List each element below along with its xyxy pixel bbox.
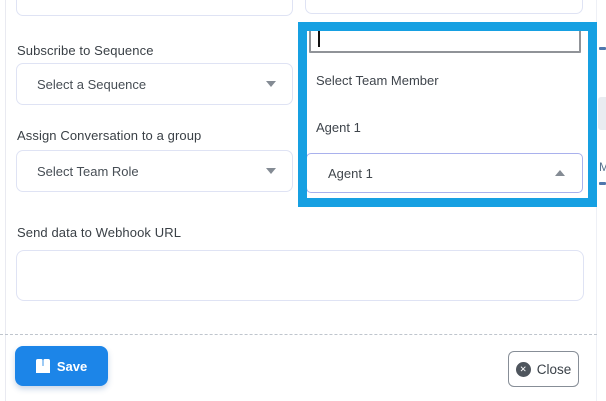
dropdown-option-agent-1[interactable]: Agent 1	[316, 120, 566, 138]
webhook-label: Send data to Webhook URL	[17, 225, 181, 240]
team-member-select-value: Agent 1	[328, 166, 555, 181]
dropdown-search-input[interactable]	[309, 23, 581, 53]
chevron-down-icon	[266, 81, 276, 87]
text-cursor	[318, 30, 320, 47]
save-button-label: Save	[57, 359, 87, 374]
modal-left-border	[5, 0, 6, 401]
top-right-field[interactable]	[305, 0, 583, 14]
modal-dialog: Subscribe to Sequence Select a Sequence …	[0, 0, 606, 401]
sequence-select-value: Select a Sequence	[37, 77, 266, 92]
chevron-up-icon	[555, 170, 565, 176]
close-icon: ✕	[516, 362, 531, 377]
background-fragment-text: M	[599, 160, 606, 174]
sequence-select[interactable]: Select a Sequence	[16, 63, 293, 105]
close-button-label: Close	[537, 362, 572, 377]
background-fragment-line	[599, 182, 606, 185]
team-member-select[interactable]: Agent 1	[306, 153, 583, 193]
footer-divider	[0, 334, 597, 335]
group-select[interactable]: Select Team Role	[16, 150, 293, 192]
modal-right-border	[596, 0, 597, 401]
group-select-value: Select Team Role	[37, 164, 266, 179]
sequence-label: Subscribe to Sequence	[17, 43, 154, 58]
background-fragment-line	[599, 47, 606, 50]
save-button[interactable]: Save	[15, 346, 108, 386]
save-icon	[36, 359, 50, 373]
group-label: Assign Conversation to a group	[17, 128, 201, 143]
chevron-down-icon	[266, 168, 276, 174]
dropdown-option-select-team-member[interactable]: Select Team Member	[316, 73, 566, 91]
top-left-field[interactable]	[16, 0, 293, 16]
background-fragment-block	[598, 97, 606, 130]
webhook-url-input[interactable]	[16, 250, 584, 301]
close-button[interactable]: ✕ Close	[508, 351, 579, 387]
